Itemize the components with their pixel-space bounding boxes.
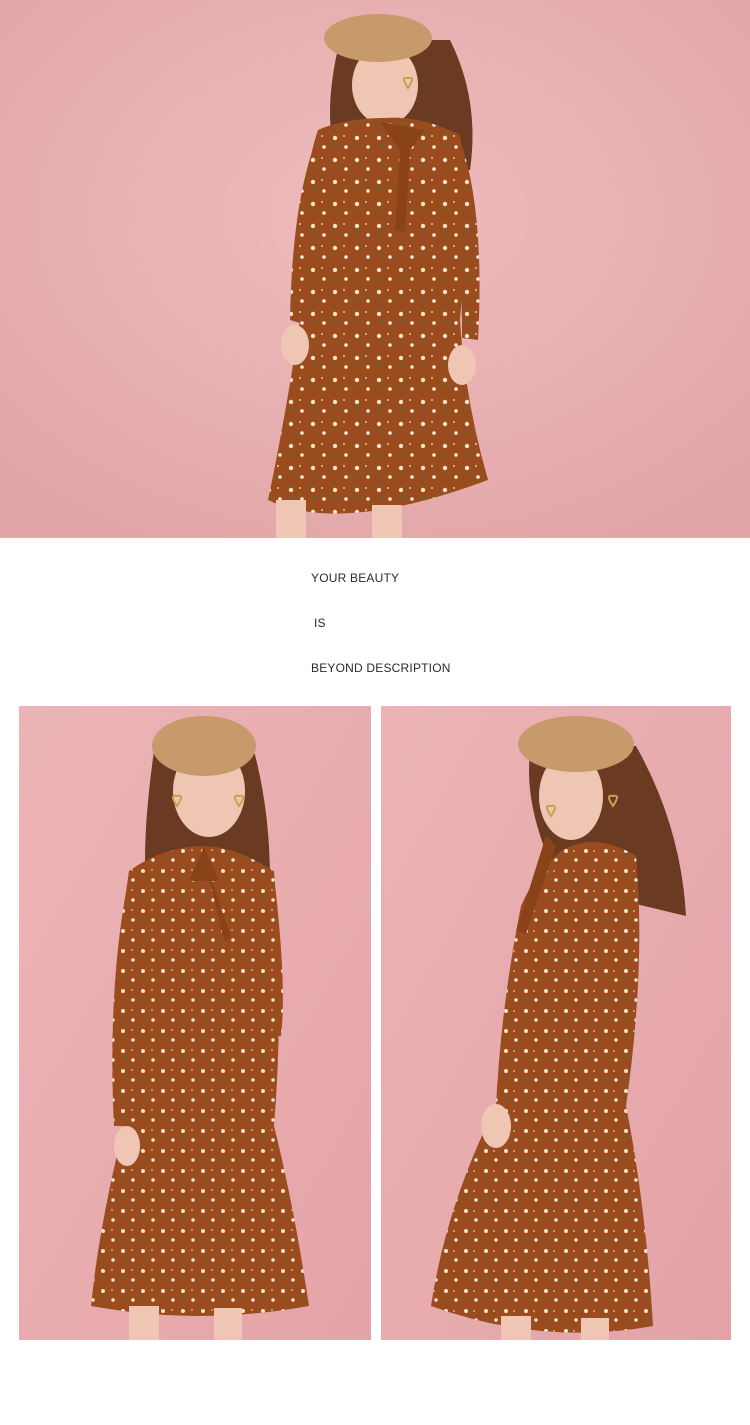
side-photo-art	[381, 706, 731, 1340]
front-photo	[19, 706, 371, 1340]
caption-is: IS	[314, 616, 326, 630]
caption-beyond-description: BEYOND DESCRIPTION	[311, 661, 451, 675]
side-photo	[381, 706, 731, 1340]
front-photo-art	[19, 706, 371, 1340]
hero-photo	[0, 0, 750, 538]
caption-your-beauty: YOUR BEAUTY	[311, 571, 400, 585]
hero-photo-art	[0, 0, 750, 538]
